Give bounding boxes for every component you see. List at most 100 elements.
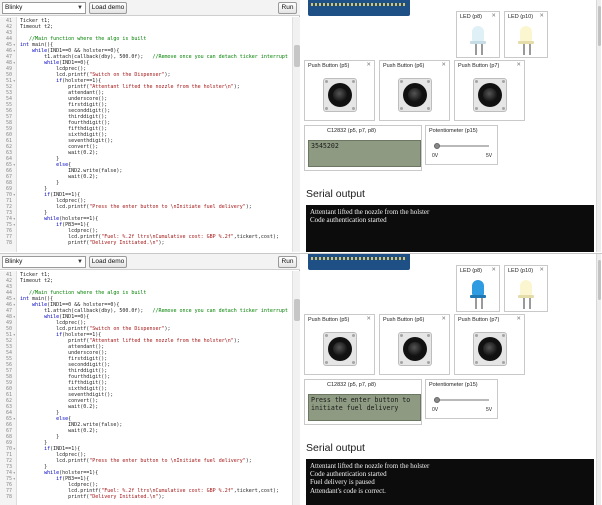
serial-line: Attentant lifted the nozzle from the hol… bbox=[310, 208, 430, 216]
close-icon[interactable]: ✕ bbox=[539, 13, 544, 19]
component-label: LED (p8) bbox=[460, 14, 483, 20]
simulator-scrollbar[interactable] bbox=[596, 254, 601, 505]
load-demo-button[interactable]: Load demo bbox=[89, 2, 127, 14]
lcd-c12832: C12832 (p5, p7, p8) 3545202 bbox=[304, 125, 422, 171]
push-button-cap[interactable] bbox=[403, 83, 427, 107]
button-screw bbox=[502, 80, 505, 83]
close-icon[interactable]: ✕ bbox=[539, 267, 544, 273]
editor-scrollbar[interactable] bbox=[292, 271, 300, 505]
button-screw bbox=[352, 107, 355, 110]
potentiometer-track[interactable] bbox=[434, 145, 489, 147]
scrollbar-thumb[interactable] bbox=[598, 260, 601, 300]
load-demo-button[interactable]: Load demo bbox=[89, 256, 127, 268]
push-button-cap[interactable] bbox=[478, 337, 502, 361]
run-button[interactable]: Run bbox=[278, 256, 297, 268]
editor-scrollbar[interactable] bbox=[292, 17, 300, 252]
serial-line: Code authentication started bbox=[310, 470, 387, 479]
push-button-top[interactable] bbox=[483, 342, 497, 356]
push-button-cap[interactable] bbox=[328, 83, 352, 107]
potentiometer-p15: Potentiometer (p15) 0V 5V bbox=[425, 379, 498, 419]
button-screw bbox=[352, 361, 355, 364]
push-button-top[interactable] bbox=[408, 88, 422, 102]
push-button-cap[interactable] bbox=[403, 337, 427, 361]
editor-toolbar: Blinky ▼ Load demo Run bbox=[0, 254, 300, 270]
push-button-base bbox=[323, 78, 357, 112]
close-icon[interactable]: ✕ bbox=[441, 316, 446, 322]
serial-output-title: Serial output bbox=[306, 188, 365, 200]
potentiometer-knob[interactable] bbox=[433, 143, 440, 149]
push-button-top[interactable] bbox=[408, 342, 422, 356]
led-p8: LED (p8) ✕ bbox=[456, 11, 500, 58]
led-leg bbox=[481, 44, 483, 55]
lcd-screen: Press the enter button to initiate fuel … bbox=[308, 394, 421, 421]
potentiometer-knob[interactable] bbox=[433, 397, 440, 403]
serial-line: Fuel delivery is paused bbox=[310, 478, 375, 487]
button-screw bbox=[502, 334, 505, 337]
scrollbar-thumb[interactable] bbox=[598, 6, 601, 46]
code-area[interactable]: 41 Ticker t1; 42 Timeout t2; 43 44 //Main fun… bbox=[0, 17, 292, 252]
board-pins bbox=[311, 257, 407, 260]
button-screw bbox=[325, 107, 328, 110]
button-screw bbox=[475, 107, 478, 110]
close-icon[interactable]: ✕ bbox=[516, 316, 521, 322]
lcd-c12832: C12832 (p5, p7, p8) Press the enter butto… bbox=[304, 379, 422, 425]
component-label: C12832 (p5, p7, p8) bbox=[327, 382, 376, 388]
line-number: 78 bbox=[5, 494, 12, 500]
scrollbar-thumb[interactable] bbox=[294, 45, 300, 67]
close-icon[interactable]: ✕ bbox=[491, 13, 496, 19]
push-button-cap[interactable] bbox=[328, 337, 352, 361]
button-screw bbox=[475, 80, 478, 83]
close-icon[interactable]: ✕ bbox=[491, 267, 496, 273]
led-rim bbox=[518, 41, 534, 44]
close-icon[interactable]: ✕ bbox=[366, 62, 371, 68]
mbed-board bbox=[308, 0, 410, 16]
push-button-7: Push Button (p7) ✕ bbox=[454, 314, 525, 375]
serial-output-console: Attentant lifted the nozzle from the hol… bbox=[306, 459, 594, 505]
code-line[interactable]: 78 printf("Delivery Initiated.\n"); bbox=[0, 494, 292, 501]
lcd-screen: 3545202 bbox=[308, 140, 421, 167]
component-label: LED (p8) bbox=[460, 268, 483, 274]
code-line[interactable]: 78 printf("Delivery Initiated.\n"); bbox=[0, 240, 292, 247]
component-label: Potentiometer (p15) bbox=[429, 382, 478, 388]
push-button-base bbox=[473, 332, 507, 366]
code-text: printf("Delivery Initiated.\n"); bbox=[20, 494, 165, 500]
code-editor: Blinky ▼ Load demo Run 41 Ticker t1; 42 Timeout… bbox=[0, 0, 300, 252]
led-rim bbox=[518, 295, 534, 298]
run-button[interactable]: Run bbox=[278, 2, 297, 14]
close-icon[interactable]: ✕ bbox=[441, 62, 446, 68]
component-label: Push Button (p5) bbox=[308, 63, 350, 69]
code-area[interactable]: 41 Ticker t1; 42 Timeout t2; 43 44 //Main fun… bbox=[0, 271, 292, 505]
serial-line: Attendant's code is correct. bbox=[310, 486, 386, 495]
push-button-base bbox=[323, 332, 357, 366]
led-leg bbox=[523, 44, 525, 55]
button-screw bbox=[400, 361, 403, 364]
push-button-5: Push Button (p5) ✕ bbox=[304, 60, 375, 121]
program-select[interactable]: Blinky ▼ bbox=[2, 2, 86, 14]
led-leg bbox=[481, 298, 483, 309]
button-screw bbox=[502, 361, 505, 364]
chevron-down-icon: ▼ bbox=[77, 5, 83, 11]
close-icon[interactable]: ✕ bbox=[366, 316, 371, 322]
push-button-6: Push Button (p6) ✕ bbox=[379, 314, 450, 375]
close-icon[interactable]: ✕ bbox=[516, 62, 521, 68]
button-screw bbox=[502, 107, 505, 110]
push-button-top[interactable] bbox=[333, 342, 347, 356]
push-button-6: Push Button (p6) ✕ bbox=[379, 60, 450, 121]
button-screw bbox=[427, 107, 430, 110]
serial-output-title: Serial output bbox=[306, 442, 365, 454]
pot-min-label: 0V bbox=[432, 407, 439, 413]
simulator-scrollbar[interactable] bbox=[596, 0, 601, 252]
scrollbar-thumb[interactable] bbox=[294, 299, 300, 321]
push-button-cap[interactable] bbox=[478, 83, 502, 107]
led-bulb bbox=[472, 280, 484, 295]
component-label: Push Button (p5) bbox=[308, 317, 350, 323]
pot-max-label: 5V bbox=[486, 407, 493, 413]
led-p8: LED (p8) ✕ bbox=[456, 265, 500, 312]
push-button-top[interactable] bbox=[333, 88, 347, 102]
led-leg bbox=[475, 44, 477, 55]
button-screw bbox=[325, 80, 328, 83]
potentiometer-track[interactable] bbox=[434, 399, 489, 401]
program-select[interactable]: Blinky ▼ bbox=[2, 256, 86, 268]
push-button-top[interactable] bbox=[483, 88, 497, 102]
button-screw bbox=[400, 334, 403, 337]
